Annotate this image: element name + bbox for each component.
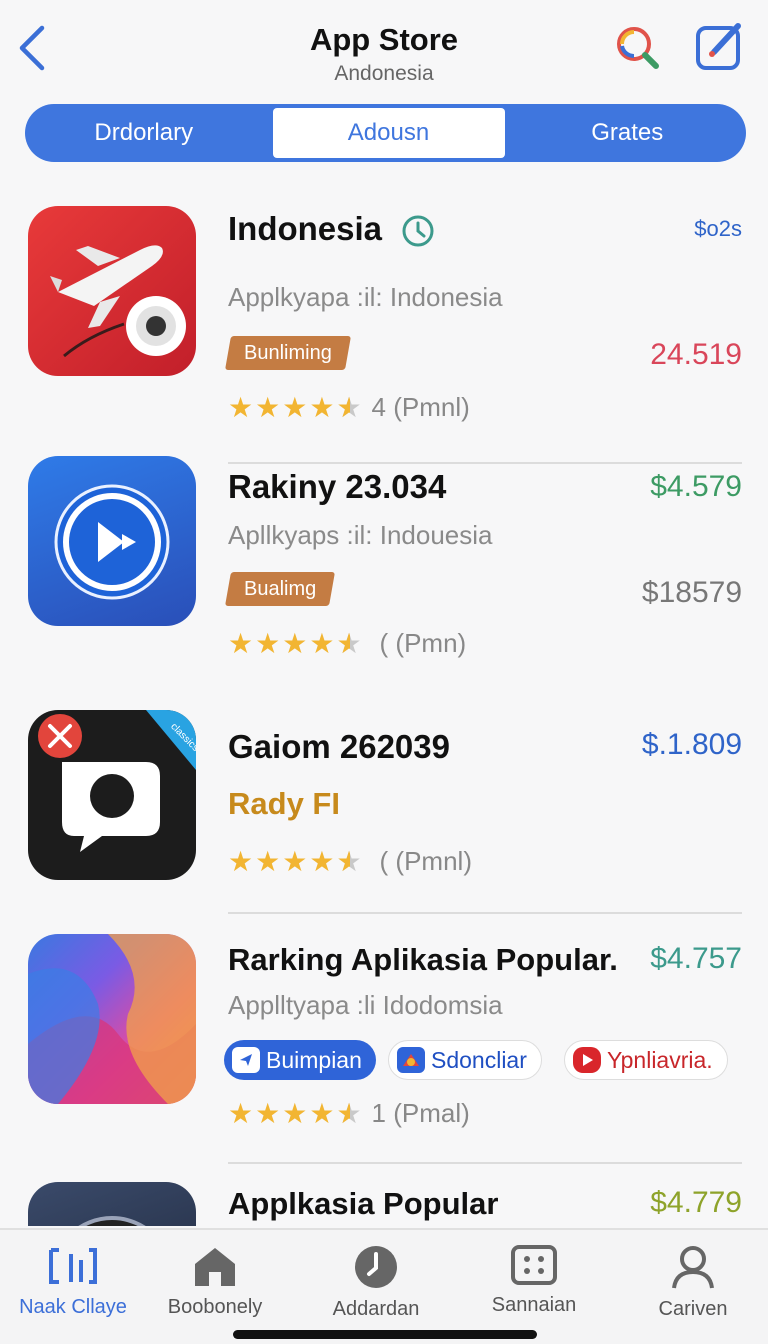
app-name: Applkasia Popular — [228, 1186, 499, 1221]
header: App Store Andonesia — [0, 0, 768, 100]
tab-label: Boobonely — [167, 1296, 263, 1318]
rating-count: ( (Pmnl) — [379, 846, 472, 876]
divider — [228, 912, 742, 914]
logo-icon — [397, 1047, 425, 1073]
rating: ★ ★ ★ ★ ★ 1 (Pmal) — [228, 1098, 470, 1129]
tab-boobonely[interactable]: Boobonely — [150, 1244, 280, 1334]
rating: ★ ★ ★ ★ ★ ( (Pmn) — [228, 628, 466, 659]
app-price: $4.779 — [650, 1186, 742, 1219]
star-icon: ★ — [282, 627, 308, 659]
app-secondary-price: $18579 — [641, 576, 742, 609]
app-price: 24.519 — [650, 338, 742, 371]
person-icon — [672, 1246, 714, 1289]
play-circle-icon[interactable] — [28, 456, 196, 626]
rating-count: ( (Pmn) — [379, 628, 467, 658]
star-icon: ★ — [309, 1097, 335, 1129]
clock-icon — [355, 1246, 397, 1288]
app-name: Rakiny 23.034 — [228, 468, 447, 505]
home-indicator[interactable] — [233, 1330, 537, 1339]
star-icon: ★ — [255, 1097, 281, 1129]
star-icon: ★ — [309, 627, 335, 659]
clock-icon — [402, 215, 434, 247]
app-price: $.1.809 — [641, 728, 742, 761]
app-name: Gaiom 262039 — [228, 728, 450, 765]
app-price: $4.579 — [650, 470, 742, 503]
divider — [228, 1162, 742, 1164]
tab-label: Cariven — [658, 1298, 728, 1320]
star-icon: ★ — [282, 1097, 308, 1129]
list-item[interactable]: Rarking Aplikasia Popular. $4.757 Appllt… — [0, 934, 768, 1166]
list-item[interactable]: classics Gaiom 262039 $.1.809 Rady FI ★ … — [0, 710, 768, 942]
app-name: Rarking Aplikasia Popular. — [228, 942, 618, 977]
rating: ★ ★ ★ ★ ★ 4 (Pmnl) — [228, 392, 470, 423]
star-icon: ★ — [228, 1097, 254, 1129]
tab-bar: Naak Cllaye Boobonely Addardan Sannaian … — [0, 1228, 768, 1344]
segmented-control: Drdorlary Adousn Grates — [25, 104, 746, 162]
list-item[interactable]: Applkasia Popular $4.779 — [0, 1182, 768, 1226]
camera-lens-icon[interactable] — [28, 1182, 196, 1226]
camera-chat-icon[interactable]: classics — [28, 710, 196, 880]
star-icon: ★ — [282, 391, 308, 423]
category-tag[interactable]: Bunliming — [225, 336, 351, 370]
tab-sannaian[interactable]: Sannaian — [469, 1244, 599, 1334]
star-icon: ★ — [309, 845, 335, 877]
star-icon: ★ — [228, 627, 254, 659]
segment-drdorlary[interactable]: Drdorlary — [29, 108, 259, 158]
list-item[interactable]: Indonesia $o2s Applkyapa :il: Indonesia … — [0, 206, 768, 464]
gradient-wave-icon[interactable] — [28, 934, 196, 1104]
compose-icon — [696, 23, 741, 70]
app-price-badge: $o2s — [694, 216, 742, 241]
send-icon — [232, 1047, 260, 1073]
rating-count: 1 (Pmal) — [371, 1098, 470, 1128]
star-icon: ★ — [255, 845, 281, 877]
chip-sdoncliar[interactable]: Sdoncliar — [388, 1040, 542, 1080]
star-icon: ★ — [282, 845, 308, 877]
chip-buimpian[interactable]: Buimpian — [224, 1040, 376, 1080]
search-icon — [617, 27, 659, 69]
segment-grates[interactable]: Grates — [513, 108, 743, 158]
star-icon: ★ — [255, 627, 281, 659]
play-icon — [573, 1047, 601, 1073]
house-icon — [195, 1248, 235, 1286]
airplane-speaker-icon[interactable] — [28, 206, 196, 376]
star-icon: ★ — [228, 391, 254, 423]
star-icon: ★ — [228, 845, 254, 877]
list-item[interactable]: Rakiny 23.034 $4.579 Apllkyaps :il: Indo… — [0, 456, 768, 688]
half-star-icon: ★ — [336, 1099, 361, 1128]
half-star-icon: ★ — [336, 629, 361, 658]
tab-cariven[interactable]: Cariven — [628, 1244, 758, 1334]
compose-button[interactable] — [692, 18, 748, 74]
search-button[interactable] — [612, 22, 668, 74]
star-icon: ★ — [309, 391, 335, 423]
tab-label: Sannaian — [491, 1294, 577, 1316]
tab-label: Naak Cllaye — [19, 1296, 127, 1318]
app-subtitle: Applltyapa :li Idodomsia — [228, 990, 503, 1020]
app-subtitle: Rady FI — [228, 786, 340, 821]
rating-count: 4 (Pmnl) — [371, 392, 470, 422]
app-subtitle: Applkyapa :il: Indonesia — [228, 282, 503, 312]
grid-icon — [511, 1245, 557, 1285]
segment-adousn[interactable]: Adousn — [272, 108, 505, 158]
half-star-icon: ★ — [336, 393, 361, 422]
rating: ★ ★ ★ ★ ★ ( (Pmnl) — [228, 846, 472, 877]
star-icon: ★ — [255, 391, 281, 423]
app-subtitle: Apllkyaps :il: Indouesia — [228, 520, 493, 550]
chip-ypnliavria[interactable]: Ypnliavria. — [564, 1040, 728, 1080]
tab-label: Addardan — [332, 1298, 420, 1320]
half-star-icon: ★ — [336, 847, 361, 876]
app-name: Indonesia — [228, 210, 383, 247]
app-list: Indonesia $o2s Applkyapa :il: Indonesia … — [0, 180, 768, 1226]
bars-icon — [49, 1248, 97, 1284]
tab-naak-cllaye[interactable]: Naak Cllaye — [8, 1244, 138, 1334]
category-tag[interactable]: Bualimg — [225, 572, 336, 606]
tab-addardan[interactable]: Addardan — [311, 1244, 441, 1334]
app-price: $4.757 — [650, 942, 742, 975]
